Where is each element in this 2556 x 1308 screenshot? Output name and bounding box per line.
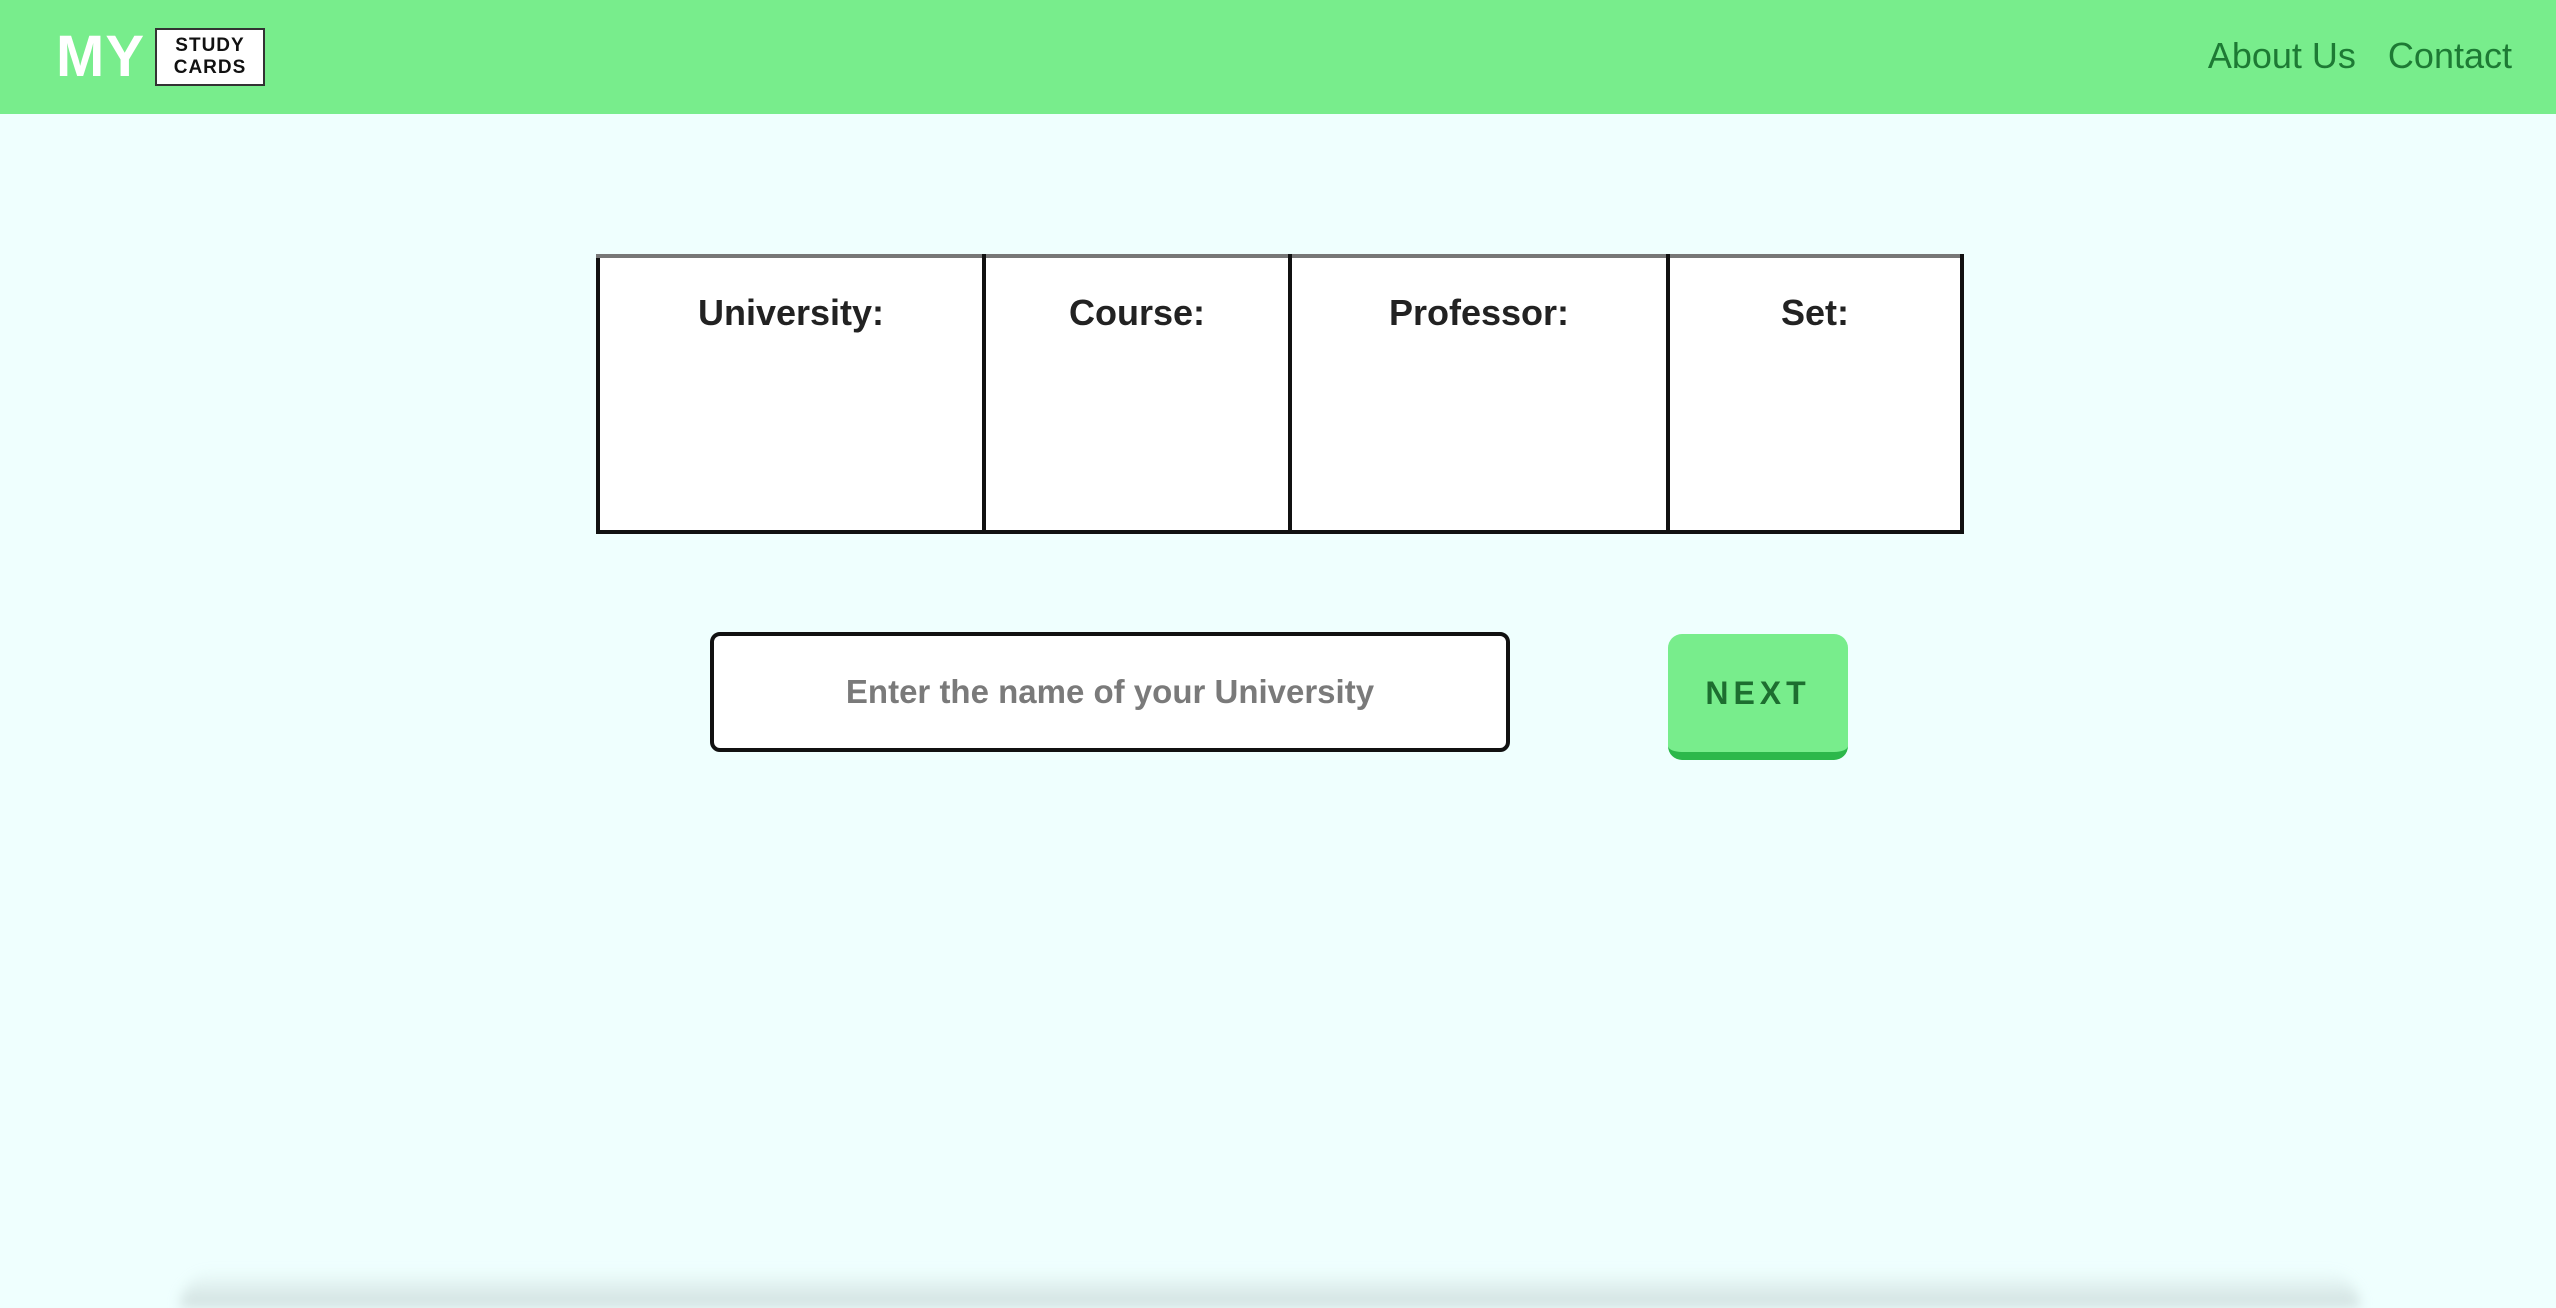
next-button[interactable]: NEXT (1668, 634, 1848, 760)
logo-box-line-2: CARDS (173, 57, 247, 78)
selection-summary-row: University: Course: Professor: Set: (596, 254, 1964, 534)
column-professor: Professor: (1288, 254, 1670, 534)
nav-link-about-us[interactable]: About Us (2208, 30, 2356, 82)
logo-text-my: MY (56, 24, 145, 89)
university-search-input[interactable] (710, 632, 1510, 752)
logo-box-line-1: STUDY (175, 35, 245, 56)
nav-links: About Us Contact (2208, 30, 2512, 82)
selection-summary-table: University: Course: Professor: Set: (596, 254, 1964, 534)
column-course: Course: (982, 254, 1292, 534)
column-set: Set: (1666, 254, 1964, 534)
bottom-shadow (180, 1270, 2360, 1308)
nav-link-contact[interactable]: Contact (2388, 30, 2512, 82)
logo-box: STUDY CARDS (155, 28, 265, 86)
top-navbar: MY STUDY CARDS About Us Contact (0, 0, 2556, 114)
column-university: University: (596, 254, 986, 534)
site-logo[interactable]: MY STUDY CARDS (56, 28, 265, 86)
